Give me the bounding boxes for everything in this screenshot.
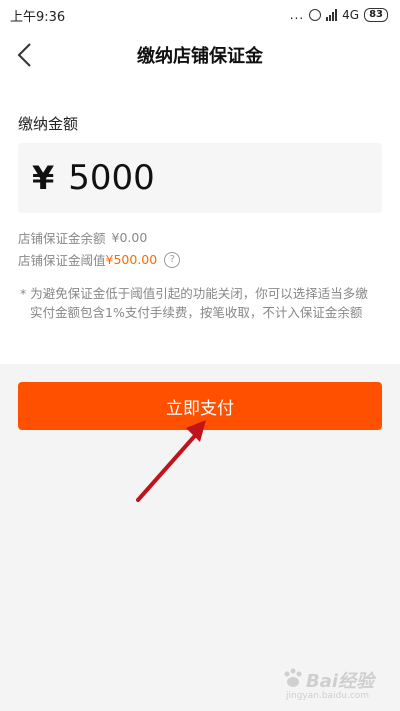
page-title: 缴纳店铺保证金 (137, 46, 263, 67)
signal-icon (326, 9, 338, 21)
network-label: 4G (342, 8, 360, 22)
note-line-1: * 为避免保证金低于阈值引起的功能关闭，你可以选择适当多缴 (20, 286, 368, 301)
screen: 上午9:36 ... 4G 83 缴纳店铺保证金 缴纳金额 ¥ 5000 店铺保… (0, 0, 400, 711)
threshold-label: 店铺保证金阈值 (18, 253, 106, 268)
amount-input[interactable]: ¥ 5000 (18, 143, 382, 213)
watermark-url: jingyan.baidu.com (286, 691, 370, 701)
watermark: Bai经验 jingyan.baidu.com (278, 657, 388, 703)
header: 缴纳店铺保证金 (0, 30, 400, 80)
more-dots-icon: ... (289, 8, 305, 22)
watermark-brand: Bai经验 (306, 671, 375, 692)
balance-info: 店铺保证金余额 ¥0.00 (18, 228, 147, 247)
status-time: 上午9:36 (10, 9, 66, 25)
currency-symbol: ¥ (32, 159, 55, 197)
threshold-value: ¥500.00 (105, 252, 158, 267)
note-line-2: 实付金额包含1%支付手续费，按笔收取，不计入保证金余额 (30, 305, 363, 320)
paw-icon (284, 668, 302, 687)
annotation-arrow-icon (136, 420, 206, 502)
alarm-icon (309, 9, 322, 21)
battery-icon: 83 (364, 8, 388, 22)
status-icons: ... 4G 83 (290, 8, 388, 22)
balance-label: 店铺保证金余额 (18, 231, 106, 246)
balance-value: ¥0.00 (111, 230, 148, 245)
note-text: * 为避免保证金低于阈值引起的功能关闭，你可以选择适当多缴 实付金额包含1%支付… (20, 284, 385, 322)
amount-value[interactable]: 5000 (68, 158, 155, 198)
amount-label: 缴纳金额 (18, 115, 79, 133)
threshold-info: 店铺保证金阈值 ¥500.00 ? (18, 250, 181, 269)
help-icon[interactable]: ? (164, 251, 181, 268)
status-bar: 上午9:36 ... 4G 83 (0, 0, 400, 30)
